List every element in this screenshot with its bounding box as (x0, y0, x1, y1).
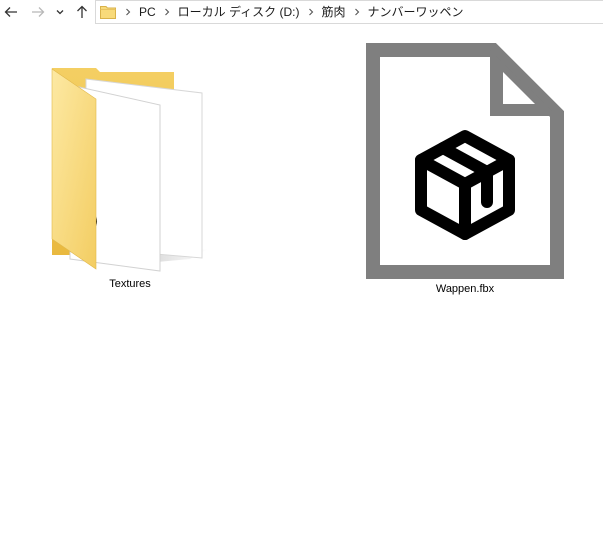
item-name: Textures (109, 278, 151, 290)
chevron-right-icon[interactable] (120, 1, 136, 23)
file-item-wappen-fbx[interactable]: Wappen.fbx (365, 42, 565, 296)
chevron-down-icon (56, 10, 64, 15)
breadcrumb-kinniku[interactable]: 筋肉 (319, 1, 349, 23)
arrow-right-icon (32, 7, 45, 17)
3d-model-file-icon (366, 43, 564, 279)
arrow-up-icon (77, 5, 87, 18)
folder-item-textures[interactable]: Textures (40, 63, 220, 291)
breadcrumb-pc[interactable]: PC (136, 1, 159, 23)
chevron-right-icon[interactable] (349, 1, 365, 23)
up-button[interactable] (72, 2, 92, 22)
navigation-bar: PC ローカル ディスク (D:) 筋肉 ナンバーワッペン (0, 0, 603, 25)
address-bar[interactable]: PC ローカル ディスク (D:) 筋肉 ナンバーワッペン (95, 0, 603, 24)
file-explorer-window: PC ローカル ディスク (D:) 筋肉 ナンバーワッペン Textures W… (0, 0, 603, 558)
chevron-right-icon[interactable] (303, 1, 319, 23)
forward-button[interactable] (28, 2, 48, 22)
arrow-left-icon (4, 7, 17, 17)
breadcrumb: PC ローカル ディスク (D:) 筋肉 ナンバーワッペン (120, 1, 467, 23)
file-list-view: Textures Wappen.fbx (0, 25, 603, 558)
breadcrumb-number-wappen[interactable]: ナンバーワッペン (365, 1, 467, 23)
chevron-right-icon[interactable] (159, 1, 175, 23)
back-button[interactable] (1, 2, 21, 22)
item-name: Wappen.fbx (435, 283, 495, 295)
breadcrumb-local-disk[interactable]: ローカル ディスク (D:) (175, 1, 303, 23)
recent-locations-button[interactable] (52, 2, 68, 22)
folder-with-textures-icon (51, 68, 208, 272)
folder-icon (100, 6, 116, 19)
